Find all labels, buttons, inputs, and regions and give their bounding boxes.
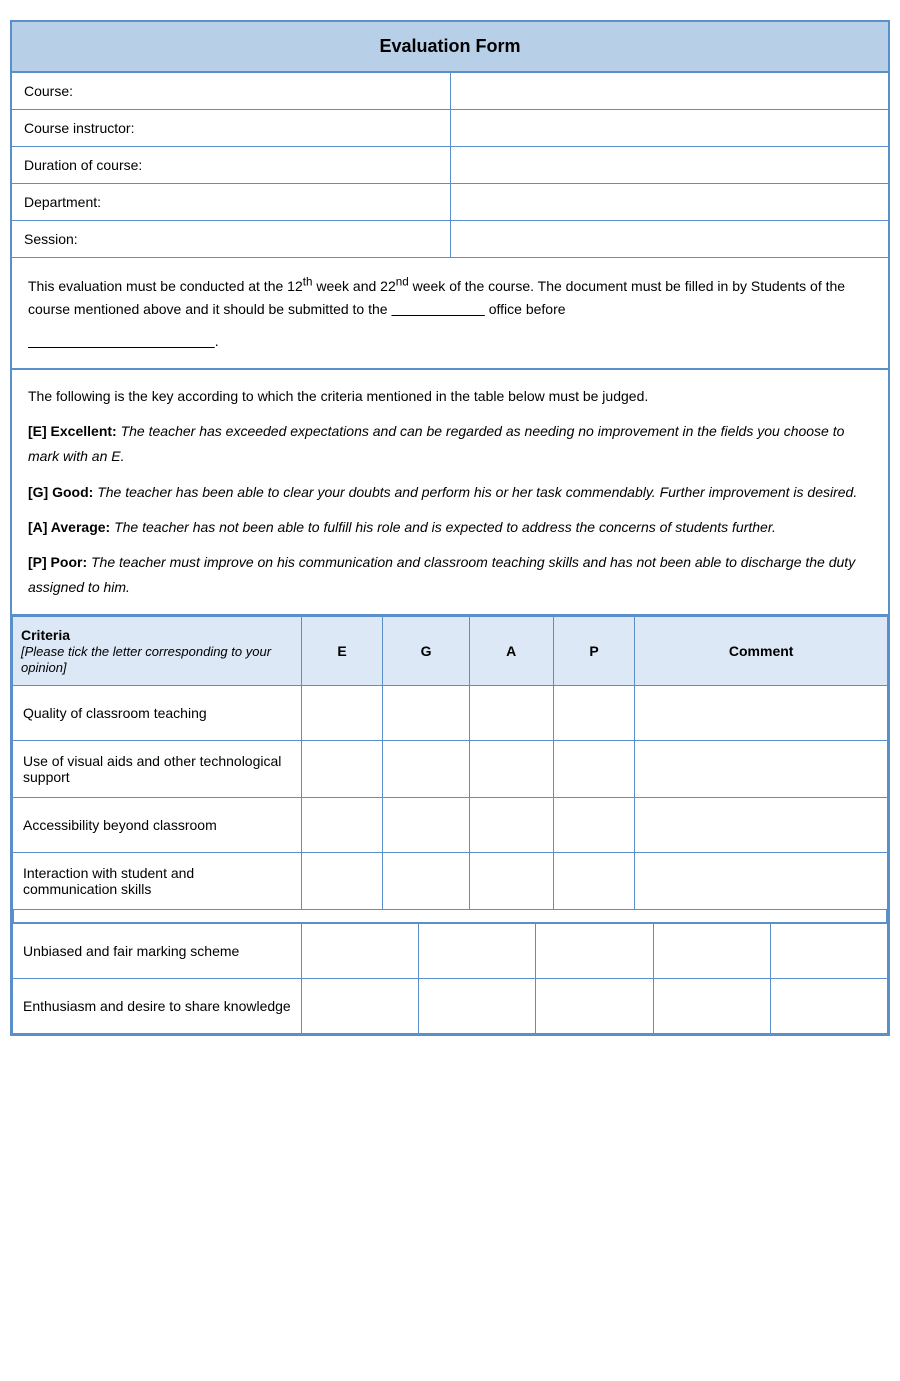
form-header: Evaluation Form	[12, 22, 888, 73]
col-header-a: A	[469, 617, 553, 686]
col-header-g: G	[383, 617, 469, 686]
cell-a[interactable]	[469, 798, 553, 853]
cell-comment[interactable]	[770, 923, 887, 978]
cell-comment[interactable]	[635, 741, 888, 798]
info-value[interactable]	[450, 221, 888, 258]
cell-comment[interactable]	[635, 853, 888, 910]
info-row: Session:	[12, 221, 888, 258]
info-value[interactable]	[450, 73, 888, 110]
cell-p[interactable]	[553, 853, 635, 910]
key-average: [A] Average: The teacher has not been ab…	[28, 515, 872, 540]
table-gap	[12, 910, 888, 922]
table-row: Quality of classroom teaching	[13, 686, 888, 741]
col-header-comment: Comment	[635, 617, 888, 686]
cell-p[interactable]	[653, 978, 770, 1033]
cell-g[interactable]	[419, 978, 536, 1033]
cell-comment[interactable]	[635, 798, 888, 853]
key-good: [G] Good: The teacher has been able to c…	[28, 480, 872, 505]
criteria-table-main: Criteria [Please tick the letter corresp…	[12, 616, 888, 910]
info-label: Course:	[12, 73, 450, 110]
info-value[interactable]	[450, 184, 888, 221]
key-block: The following is the key according to wh…	[12, 370, 888, 616]
col-header-criteria: Criteria [Please tick the letter corresp…	[13, 617, 302, 686]
cell-p[interactable]	[553, 741, 635, 798]
info-row: Course instructor:	[12, 110, 888, 147]
cell-e[interactable]	[301, 853, 383, 910]
instruction-text: This evaluation must be conducted at the…	[28, 278, 845, 318]
cell-p[interactable]	[553, 686, 635, 741]
info-table: Course: Course instructor: Duration of c…	[12, 73, 888, 258]
instruction-blank-line: .	[28, 333, 219, 349]
info-value[interactable]	[450, 147, 888, 184]
criteria-label: Enthusiasm and desire to share knowledge	[13, 978, 302, 1033]
info-label: Duration of course:	[12, 147, 450, 184]
cell-a[interactable]	[469, 741, 553, 798]
cell-e[interactable]	[301, 923, 418, 978]
cell-a[interactable]	[469, 853, 553, 910]
cell-e[interactable]	[301, 978, 418, 1033]
cell-a[interactable]	[536, 978, 653, 1033]
table-row: Enthusiasm and desire to share knowledge	[13, 978, 888, 1033]
cell-comment[interactable]	[770, 978, 887, 1033]
cell-a[interactable]	[536, 923, 653, 978]
cell-comment[interactable]	[635, 686, 888, 741]
info-label: Session:	[12, 221, 450, 258]
criteria-label: Quality of classroom teaching	[13, 686, 302, 741]
key-intro: The following is the key according to wh…	[28, 384, 872, 409]
cell-g[interactable]	[383, 853, 469, 910]
cell-g[interactable]	[383, 686, 469, 741]
info-row: Duration of course:	[12, 147, 888, 184]
info-row: Course:	[12, 73, 888, 110]
table-row: Interaction with student and communicati…	[13, 853, 888, 910]
criteria-table-bottom: Unbiased and fair marking scheme Enthusi…	[12, 922, 888, 1034]
info-label: Department:	[12, 184, 450, 221]
key-excellent: [E] Excellent: The teacher has exceeded …	[28, 419, 872, 469]
col-header-e: E	[301, 617, 383, 686]
criteria-label: Accessibility beyond classroom	[13, 798, 302, 853]
cell-a[interactable]	[469, 686, 553, 741]
instruction-block: This evaluation must be conducted at the…	[12, 258, 888, 370]
cell-e[interactable]	[301, 686, 383, 741]
table-row: Unbiased and fair marking scheme	[13, 923, 888, 978]
table-row: Use of visual aids and other technologic…	[13, 741, 888, 798]
col-header-p: P	[553, 617, 635, 686]
cell-p[interactable]	[653, 923, 770, 978]
cell-e[interactable]	[301, 798, 383, 853]
info-label: Course instructor:	[12, 110, 450, 147]
form-title: Evaluation Form	[379, 36, 520, 56]
info-row: Department:	[12, 184, 888, 221]
cell-p[interactable]	[553, 798, 635, 853]
cell-g[interactable]	[383, 798, 469, 853]
cell-e[interactable]	[301, 741, 383, 798]
criteria-label: Interaction with student and communicati…	[13, 853, 302, 910]
criteria-label: Use of visual aids and other technologic…	[13, 741, 302, 798]
criteria-label: Unbiased and fair marking scheme	[13, 923, 302, 978]
info-value[interactable]	[450, 110, 888, 147]
cell-g[interactable]	[419, 923, 536, 978]
key-poor: [P] Poor: The teacher must improve on hi…	[28, 550, 872, 600]
table-row: Accessibility beyond classroom	[13, 798, 888, 853]
cell-g[interactable]	[383, 741, 469, 798]
